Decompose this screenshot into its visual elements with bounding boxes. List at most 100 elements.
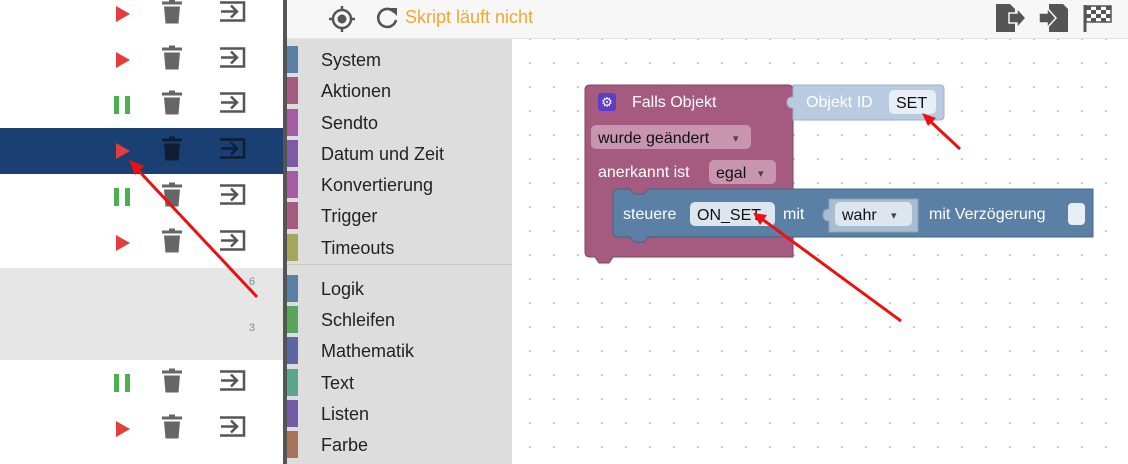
trigger-mode-value: wurde geändert <box>597 130 710 147</box>
trash-icon[interactable] <box>162 90 182 120</box>
control-block[interactable]: steuere ON_SET mit wahr ▾ mit Verzögerun… <box>612 188 1094 243</box>
category-label: Datum und Zeit <box>321 144 445 164</box>
category-color-bar <box>287 109 298 136</box>
row-number: 6 <box>248 276 255 288</box>
export-icon[interactable] <box>217 229 247 258</box>
category-label: Schleifen <box>321 310 396 330</box>
blockly-toolbox: System Aktionen Sendto Datum und Zeit Konver… <box>287 39 512 464</box>
play-icon[interactable] <box>116 143 130 159</box>
control-label: steuere <box>623 206 676 223</box>
script-row[interactable] <box>0 38 283 82</box>
export-icon[interactable] <box>217 369 247 398</box>
export-icon[interactable] <box>217 415 247 444</box>
chevron-down-icon: ▾ <box>758 168 764 180</box>
toolbox-category[interactable]: Logik <box>287 273 512 304</box>
script-status: Skript läuft nicht <box>405 7 534 27</box>
script-row[interactable] <box>0 128 283 174</box>
ack-label: anerkannt ist <box>598 164 690 181</box>
category-color-bar <box>287 337 298 364</box>
row-number: 3 <box>248 322 255 334</box>
toolbox-category[interactable]: Timeouts <box>287 232 512 263</box>
chevron-down-icon: ▾ <box>733 133 739 145</box>
objid-value: SET <box>896 95 927 112</box>
import-icon[interactable] <box>1037 2 1071 39</box>
category-label: Trigger <box>321 206 378 226</box>
delay-checkbox[interactable] <box>1068 203 1085 225</box>
crosshair-icon[interactable] <box>328 5 356 38</box>
control-mit-label: mit <box>783 206 805 223</box>
value-select: wahr <box>841 207 877 224</box>
toolbox-category[interactable]: Sendto <box>287 107 512 138</box>
category-color-bar <box>287 77 298 104</box>
control-target-value: ON_SET <box>697 207 761 224</box>
toolbox-separator <box>287 264 512 265</box>
trash-icon[interactable] <box>162 0 182 29</box>
object-id-block[interactable]: Objekt ID SET <box>786 84 945 121</box>
toolbox-category[interactable]: System <box>287 44 512 75</box>
category-color-bar <box>287 171 298 198</box>
category-label: Text <box>321 373 355 393</box>
trigger-title: Falls Objekt <box>632 94 717 111</box>
category-color-bar <box>287 431 298 458</box>
editor-toolbar: Skript läuft nicht <box>287 0 1128 39</box>
chevron-down-icon: ▾ <box>891 210 897 222</box>
category-label: Listen <box>321 404 370 424</box>
refresh-icon[interactable] <box>374 5 400 36</box>
category-label: Timeouts <box>321 238 395 258</box>
script-row[interactable] <box>0 406 283 452</box>
toolbox-category[interactable]: Text <box>287 367 512 398</box>
toolbox-category[interactable]: Konvertierung <box>287 169 512 200</box>
checkered-flag-icon[interactable] <box>1081 2 1115 39</box>
pause-icon[interactable] <box>114 374 130 392</box>
export-icon[interactable] <box>217 137 247 166</box>
trash-icon[interactable] <box>162 368 182 398</box>
category-color-bar <box>287 306 298 333</box>
trash-icon[interactable] <box>162 414 182 444</box>
script-row[interactable] <box>0 220 283 266</box>
category-color-bar <box>287 369 298 396</box>
export-icon[interactable] <box>993 2 1028 39</box>
ack-value: egal <box>716 165 746 182</box>
play-icon[interactable] <box>116 421 130 437</box>
category-label: Konvertierung <box>321 175 434 195</box>
play-icon[interactable] <box>116 235 130 251</box>
script-row[interactable] <box>0 82 283 128</box>
export-icon[interactable] <box>217 183 247 212</box>
script-list: 63 <box>0 0 283 464</box>
play-icon[interactable] <box>116 6 130 22</box>
trash-icon[interactable] <box>162 182 182 212</box>
svg-text:⚙: ⚙ <box>601 95 613 110</box>
category-color-bar <box>287 234 298 261</box>
export-icon[interactable] <box>217 46 247 75</box>
script-row[interactable]: 3 <box>0 314 283 360</box>
toolbox-category[interactable]: Datum und Zeit <box>287 138 512 169</box>
toolbox-category[interactable]: Aktionen <box>287 75 512 106</box>
category-color-bar <box>287 46 298 73</box>
objid-label: Objekt ID <box>806 94 873 111</box>
script-row[interactable]: 6 <box>0 268 283 314</box>
category-label: Logik <box>321 279 365 299</box>
category-color-bar <box>287 140 298 167</box>
script-row[interactable] <box>0 174 283 220</box>
script-row[interactable] <box>0 0 283 28</box>
trash-icon[interactable] <box>162 228 182 258</box>
category-label: Aktionen <box>321 81 392 101</box>
trash-icon[interactable] <box>162 136 182 166</box>
blockly-workspace[interactable]: ⚙ Falls Objekt wurde geändert ▾ anerkann… <box>512 39 1128 464</box>
export-icon[interactable] <box>217 0 247 29</box>
script-row[interactable] <box>0 360 283 406</box>
delay-label: mit Verzögerung <box>929 206 1046 223</box>
category-label: System <box>321 50 382 70</box>
toolbox-category[interactable]: Trigger <box>287 200 512 231</box>
toolbox-category[interactable]: Farbe <box>287 429 512 460</box>
trash-icon[interactable] <box>162 45 182 75</box>
toolbox-category[interactable]: Mathematik <box>287 335 512 366</box>
play-icon[interactable] <box>116 52 130 68</box>
pause-icon[interactable] <box>114 188 130 206</box>
export-icon[interactable] <box>217 91 247 120</box>
toolbox-category[interactable]: Listen <box>287 398 512 429</box>
category-label: Sendto <box>321 113 379 133</box>
toolbox-category[interactable]: Schleifen <box>287 304 512 335</box>
pause-icon[interactable] <box>114 96 130 114</box>
category-color-bar <box>287 275 298 302</box>
